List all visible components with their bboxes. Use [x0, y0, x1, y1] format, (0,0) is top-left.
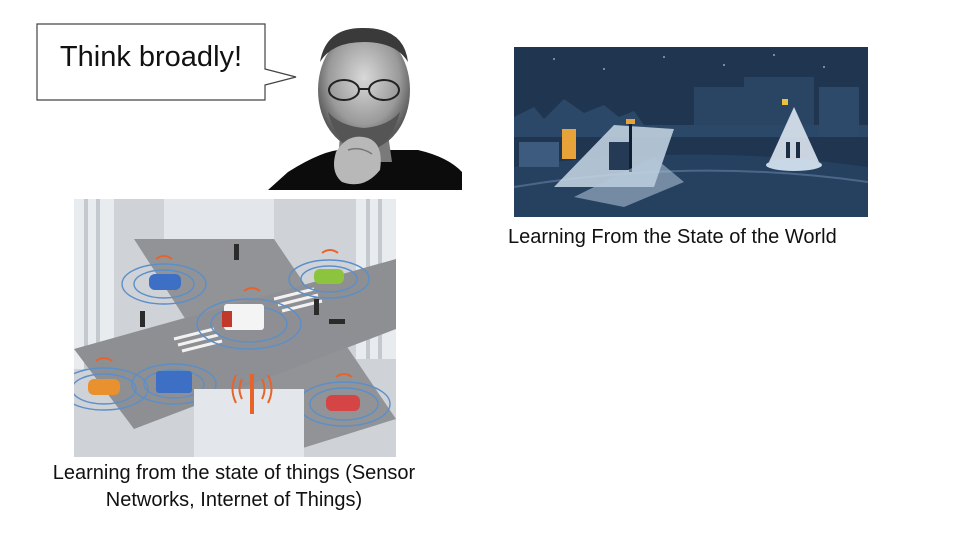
bubble-text: Think broadly!: [59, 41, 243, 73]
caption-things-line-1: Learning from the state of things (Senso…: [52, 462, 416, 484]
caption-state-of-world: Learning From the State of the World: [508, 226, 837, 248]
night-street-illustration: [513, 47, 869, 217]
caption-things-line-2: Networks, Internet of Things): [105, 489, 363, 511]
smart-intersection-illustration: [59, 199, 396, 457]
portrait-photo: [268, 22, 462, 190]
slide: Think broadly! Learning From the State o…: [0, 0, 960, 540]
speech-bubble: Think broadly!: [36, 23, 298, 103]
caption-state-of-things: Learning from the state of things (Senso…: [24, 460, 444, 514]
